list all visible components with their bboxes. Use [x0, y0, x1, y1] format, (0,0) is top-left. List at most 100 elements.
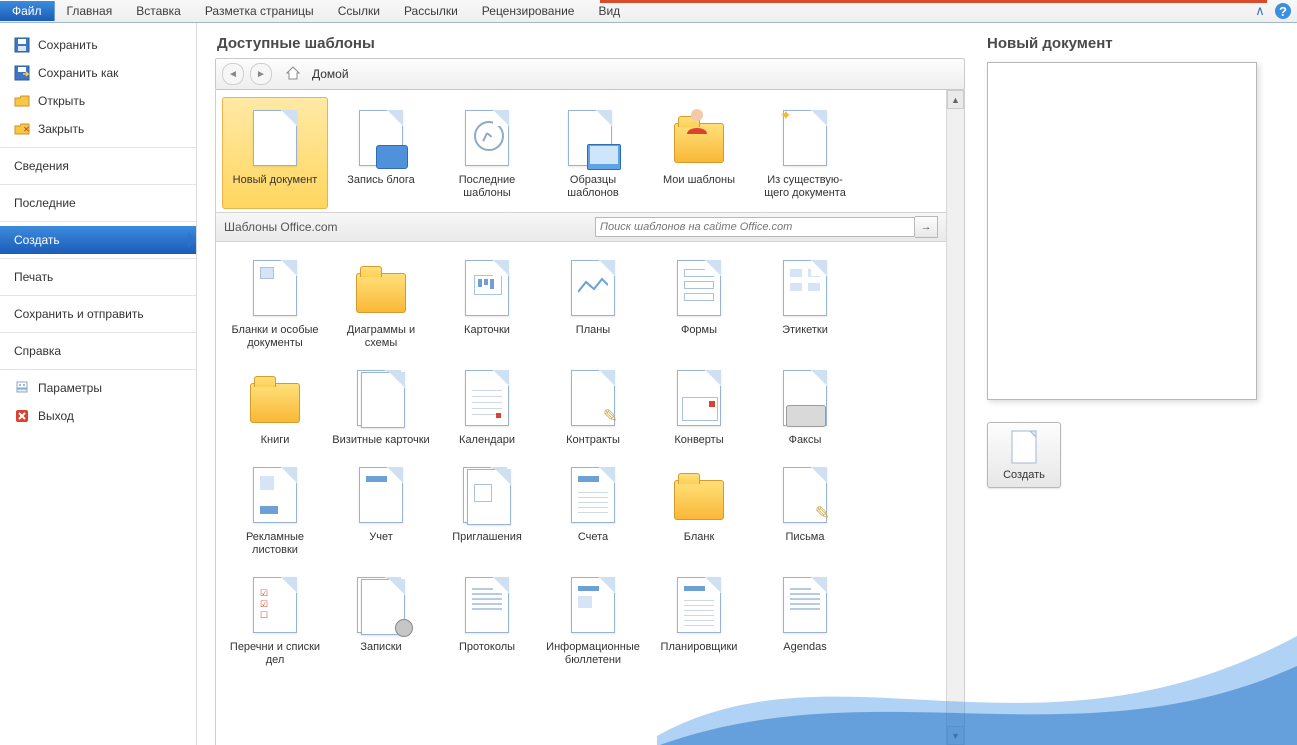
template-category-tile[interactable]: ✎Письма [753, 455, 857, 565]
category-icon [455, 573, 519, 637]
template-category-tile[interactable]: ✎Контракты [541, 358, 645, 455]
category-icon [667, 463, 731, 527]
template-category-tile[interactable]: Протоколы [435, 565, 539, 675]
category-icon [773, 573, 837, 637]
template-category-tile[interactable]: Планировщики [647, 565, 751, 675]
template-category-tile[interactable]: Факсы [753, 358, 857, 455]
template-category-tile[interactable]: Agendas [753, 565, 857, 675]
template-category-tile[interactable]: Бланк [647, 455, 751, 565]
breadcrumb-home[interactable]: Домой [312, 67, 349, 81]
category-icon [243, 256, 307, 320]
template-tile[interactable]: Новый документ [222, 97, 328, 209]
help-icon[interactable]: ? [1275, 3, 1291, 19]
template-tile[interactable]: ✦Из существую-щего документа [753, 98, 857, 208]
template-category-tile[interactable]: Записки [329, 565, 433, 675]
sidebar-close[interactable]: ✕ Закрыть [0, 115, 196, 143]
create-doc-icon [1010, 429, 1038, 465]
template-category-tile[interactable]: Приглашения [435, 455, 539, 565]
template-category-tile[interactable]: Конверты [647, 358, 751, 455]
tab-home[interactable]: Главная [55, 1, 125, 21]
template-category-tile[interactable]: Учет [329, 455, 433, 565]
template-category-tile[interactable]: Рекламные листовки [223, 455, 327, 565]
category-icon [243, 366, 307, 430]
template-category-tile[interactable]: ☑☑☐ Перечни и списки дел [223, 565, 327, 675]
category-label: Факсы [753, 434, 857, 447]
preview-pane: Новый документ Создать [983, 23, 1297, 745]
category-label: Перечни и списки дел [223, 641, 327, 667]
category-icon [455, 463, 519, 527]
template-category-tile[interactable]: Информационные бюллетени [541, 565, 645, 675]
sidebar-options[interactable]: Параметры [0, 374, 196, 402]
sidebar-print[interactable]: Печать [0, 263, 196, 291]
search-go-button[interactable]: → [915, 216, 938, 238]
gallery-scrollbar[interactable]: ▲ ▼ [946, 90, 964, 745]
tab-view[interactable]: Вид [586, 1, 632, 21]
template-label: Новый документ [223, 174, 327, 187]
scroll-down-button[interactable]: ▼ [947, 726, 964, 745]
template-category-tile[interactable]: Визитные карточки [329, 358, 433, 455]
template-category-tile[interactable]: Карточки [435, 248, 539, 358]
sidebar-exit[interactable]: Выход [0, 402, 196, 430]
template-tile[interactable]: Запись блога [329, 98, 433, 208]
category-label: Рекламные листовки [223, 531, 327, 557]
category-label: Контракты [541, 434, 645, 447]
sidebar-save[interactable]: Сохранить [0, 31, 196, 59]
template-category-tile[interactable]: Книги [223, 358, 327, 455]
exit-icon [14, 408, 30, 424]
sidebar-label: Сохранить как [38, 66, 118, 80]
template-tile[interactable]: Мои шаблоны [647, 98, 751, 208]
category-icon: ☑☑☐ [243, 573, 307, 637]
nav-fwd-button[interactable]: ► [250, 63, 272, 85]
category-label: Календари [435, 434, 539, 447]
sidebar-save-as[interactable]: Сохранить как [0, 59, 196, 87]
template-icon [667, 106, 731, 170]
category-icon [667, 256, 731, 320]
category-label: Счета [541, 531, 645, 544]
sidebar-label: Параметры [38, 381, 102, 395]
category-icon [349, 463, 413, 527]
sidebar-label: Сведения [14, 159, 69, 173]
template-tile[interactable]: Последние шаблоны [435, 98, 539, 208]
template-category-tile[interactable]: Формы [647, 248, 751, 358]
sidebar-label: Закрыть [38, 122, 84, 136]
search-templates-input[interactable] [595, 217, 915, 237]
template-category-tile[interactable]: Диаграммы и схемы [329, 248, 433, 358]
save-icon [14, 37, 30, 53]
tab-mailings[interactable]: Рассылки [392, 1, 470, 21]
template-category-tile[interactable]: Бланки и особые документы [223, 248, 327, 358]
sidebar-open[interactable]: Открыть [0, 87, 196, 115]
minimize-ribbon-icon[interactable]: ∧ [1251, 2, 1269, 20]
template-label: Запись блога [329, 174, 433, 187]
sidebar-help[interactable]: Справка [0, 337, 196, 365]
sidebar-info[interactable]: Сведения [0, 152, 196, 180]
template-category-tile[interactable]: Календари [435, 358, 539, 455]
template-label: Из существую-щего документа [753, 174, 857, 200]
category-label: Конверты [647, 434, 751, 447]
sidebar-recent[interactable]: Последние [0, 189, 196, 217]
category-icon: ✎ [773, 463, 837, 527]
category-label: Протоколы [435, 641, 539, 654]
tab-file[interactable]: Файл [0, 1, 55, 21]
template-category-tile[interactable]: Планы [541, 248, 645, 358]
template-category-tile[interactable]: Счета [541, 455, 645, 565]
template-tile[interactable]: Образцы шаблонов [541, 98, 645, 208]
home-icon[interactable] [284, 64, 302, 85]
category-icon [561, 573, 625, 637]
tab-review[interactable]: Рецензирование [470, 1, 587, 21]
sidebar-share[interactable]: Сохранить и отправить [0, 300, 196, 328]
tab-references[interactable]: Ссылки [326, 1, 392, 21]
category-label: Формы [647, 324, 751, 337]
category-label: Этикетки [753, 324, 857, 337]
create-button[interactable]: Создать [987, 422, 1061, 488]
tab-insert[interactable]: Вставка [124, 1, 193, 21]
category-label: Agendas [753, 641, 857, 654]
svg-text:✕: ✕ [23, 125, 30, 134]
preview-title: Новый документ [987, 35, 1279, 52]
template-icon [561, 106, 625, 170]
template-category-tile[interactable]: Этикетки [753, 248, 857, 358]
sidebar-new[interactable]: Создать [0, 226, 196, 254]
category-icon [349, 256, 413, 320]
tab-page-layout[interactable]: Разметка страницы [193, 1, 326, 21]
scroll-up-button[interactable]: ▲ [947, 90, 964, 109]
nav-back-button[interactable]: ◄ [222, 63, 244, 85]
